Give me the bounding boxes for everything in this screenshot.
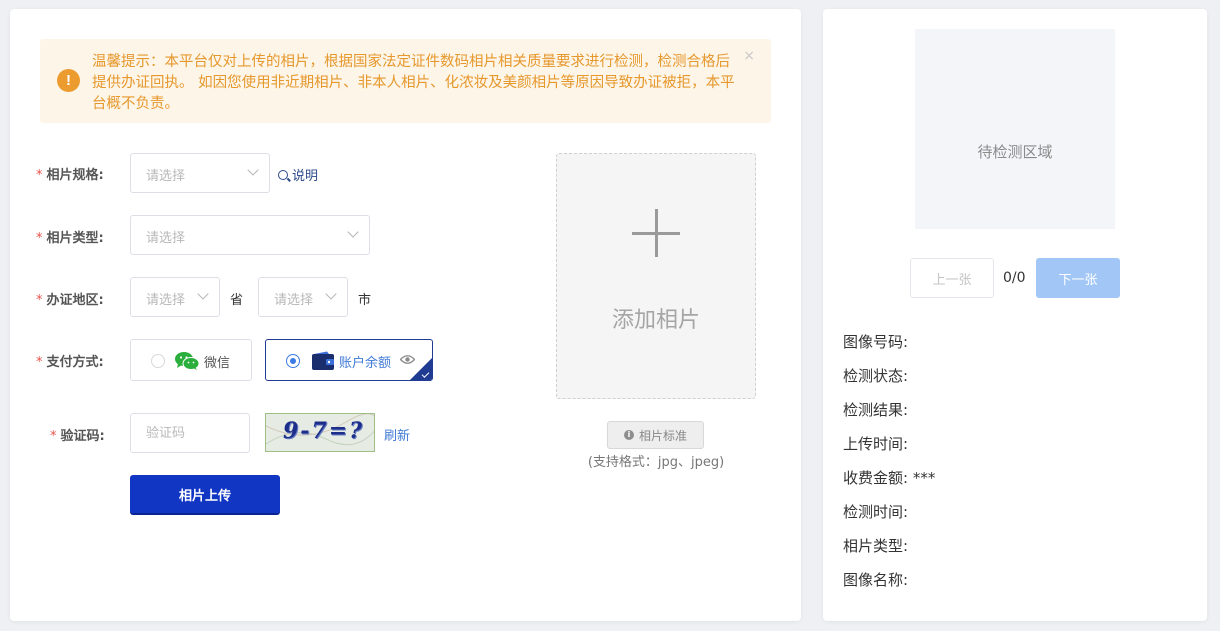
payment-label-text: 支付方式:: [46, 355, 104, 370]
photo-type-placeholder: 请选择: [146, 231, 186, 246]
info-fee: 收费金额: ***: [843, 469, 936, 487]
info-photo-type: 相片类型:: [843, 537, 909, 555]
prev-image-button[interactable]: 上一张: [910, 258, 994, 298]
warning-icon: !: [57, 69, 80, 92]
photo-spec-select[interactable]: 请选择: [130, 153, 270, 193]
chevron-down-icon: [325, 288, 337, 300]
balance-radio[interactable]: [286, 354, 300, 368]
photo-spec-label-text: 相片规格:: [46, 168, 104, 183]
wechat-radio[interactable]: [151, 354, 165, 368]
detection-info-list: 图像号码: 检测状态: 检测结果: 上传时间: 收费金额: *** 检测时间: …: [843, 331, 935, 603]
photo-spec-placeholder: 请选择: [146, 169, 186, 184]
spec-help-label: 说明: [292, 169, 319, 184]
info-detect-status: 检测状态:: [843, 367, 909, 385]
info-icon: i: [623, 430, 634, 440]
warning-alert: ! 温馨提示：本平台仅对上传的相片，根据国家法定证件数码相片相关质量要求进行检测…: [40, 39, 771, 123]
plus-icon-vertical: [655, 209, 658, 257]
city-select[interactable]: 请选择: [258, 277, 348, 317]
photo-standard-label: 相片标准: [638, 428, 687, 443]
detection-result-panel: 待检测区域 上一张 0/0 下一张 图像号码: 检测状态: 检测结果: 上传时间…: [823, 9, 1207, 621]
captcha-text: 9-7=?: [283, 418, 365, 444]
payment-label: * 支付方式:: [36, 351, 104, 370]
upload-form-panel: ! 温馨提示：本平台仅对上传的相片，根据国家法定证件数码相片相关质量要求进行检测…: [10, 9, 801, 621]
captcha-label-text: 验证码:: [60, 429, 105, 444]
region-label: * 办证地区:: [36, 289, 104, 308]
chevron-down-icon: [247, 164, 259, 176]
province-select[interactable]: 请选择: [130, 277, 220, 317]
detection-area-label: 待检测区域: [977, 143, 1053, 161]
detection-preview-area: 待检测区域: [915, 29, 1115, 229]
required-mark: *: [36, 293, 43, 308]
photo-type-label: * 相片类型:: [36, 227, 104, 246]
province-suffix: 省: [230, 293, 244, 308]
captcha-label: * 验证码:: [50, 425, 105, 444]
photo-type-select[interactable]: 请选择: [130, 215, 370, 255]
required-mark: *: [36, 231, 43, 246]
province-placeholder: 请选择: [146, 293, 186, 308]
captcha-input-wrapper: [130, 413, 250, 453]
payment-option-wechat[interactable]: 微信: [130, 339, 252, 381]
photo-standard-button[interactable]: i 相片标准: [607, 421, 704, 449]
upload-photo-button[interactable]: 相片上传: [130, 475, 280, 515]
info-image-number: 图像号码:: [843, 333, 909, 351]
region-label-text: 办证地区:: [46, 293, 104, 308]
info-detect-result: 检测结果:: [843, 401, 909, 419]
chevron-down-icon: [197, 288, 209, 300]
captcha-refresh-link[interactable]: 刷新: [384, 425, 410, 444]
chevron-down-icon: [347, 226, 359, 238]
required-mark: *: [50, 429, 57, 444]
add-photo-dropzone[interactable]: 添加相片: [556, 153, 756, 399]
selected-corner-badge: [410, 358, 432, 380]
required-mark: *: [36, 355, 43, 370]
required-mark: *: [36, 168, 43, 183]
image-counter: 0/0: [1003, 270, 1026, 286]
balance-label: 账户余额: [339, 356, 392, 371]
add-photo-label: 添加相片: [611, 308, 700, 333]
spec-help-link[interactable]: 说明: [278, 165, 318, 184]
captcha-input[interactable]: [131, 414, 249, 452]
captcha-image[interactable]: 9-7=?: [265, 413, 375, 452]
city-suffix: 市: [358, 293, 372, 308]
payment-option-balance[interactable]: 账户余额: [265, 339, 433, 381]
alert-message: 温馨提示：本平台仅对上传的相片，根据国家法定证件数码相片相关质量要求进行检测，检…: [92, 54, 735, 112]
search-icon: [278, 169, 288, 180]
city-placeholder: 请选择: [274, 293, 314, 308]
info-upload-time: 上传时间:: [843, 435, 909, 453]
wechat-icon: [175, 352, 200, 370]
info-detect-time: 检测时间:: [843, 503, 909, 521]
wechat-label: 微信: [204, 356, 231, 371]
photo-type-label-text: 相片类型:: [46, 231, 104, 246]
supported-formats-text: (支持格式：jpg、jpeg): [587, 455, 725, 470]
photo-spec-label: * 相片规格:: [36, 164, 104, 183]
info-image-name: 图像名称:: [843, 571, 909, 589]
close-icon[interactable]: ×: [743, 48, 755, 64]
next-image-button[interactable]: 下一张: [1036, 258, 1120, 298]
wallet-icon: [312, 351, 334, 370]
